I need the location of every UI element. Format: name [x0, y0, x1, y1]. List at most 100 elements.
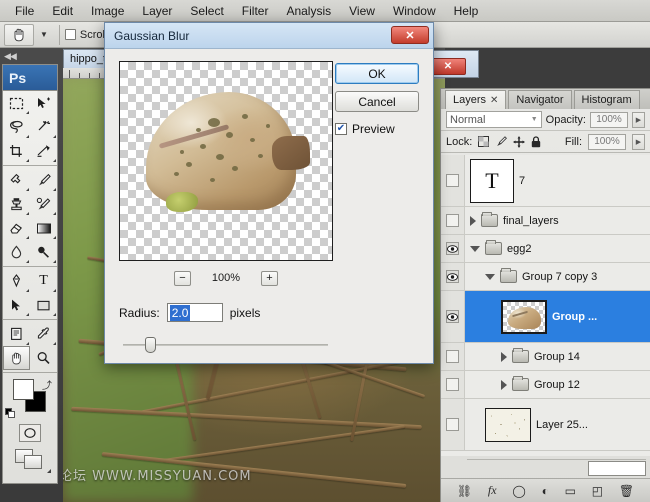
default-colors-icon[interactable]	[5, 408, 16, 419]
preview-checkbox[interactable]: ✔ Preview	[335, 121, 419, 137]
eye-icon-on[interactable]	[446, 242, 459, 255]
tab-layers[interactable]: Layers ✕	[445, 90, 507, 109]
disclosure-triangle-closed-icon[interactable]	[470, 215, 476, 226]
scroll-all-windows-checkbox[interactable]: Scroll	[64, 29, 107, 41]
menu-item-analysis[interactable]: Analysis	[277, 2, 340, 20]
layer-content[interactable]: Group 14	[465, 348, 650, 363]
menu-item-window[interactable]: Window	[384, 2, 445, 20]
ok-button[interactable]: OK	[335, 63, 419, 84]
magic-wand-tool-icon[interactable]	[30, 115, 57, 139]
blur-preview[interactable]	[119, 61, 333, 261]
disclosure-triangle-open-icon[interactable]	[470, 245, 480, 252]
eye-icon-on[interactable]	[446, 270, 459, 283]
disclosure-triangle-closed-icon[interactable]	[501, 351, 507, 362]
layer-row-layer-25[interactable]: Layer 25...	[441, 399, 650, 451]
eyedropper-tool-icon[interactable]	[30, 322, 57, 346]
layer-row-selected-group[interactable]: Group ...	[441, 291, 650, 343]
layer-visibility-toggle[interactable]	[441, 207, 465, 234]
menu-item-layer[interactable]: Layer	[133, 2, 181, 20]
eye-icon-off[interactable]	[446, 214, 459, 227]
fill-input[interactable]: 100%	[588, 133, 626, 150]
pen-tool-icon[interactable]	[3, 269, 30, 293]
zoom-in-button[interactable]: +	[261, 270, 278, 286]
quick-mask-icon[interactable]	[19, 424, 41, 442]
radius-value[interactable]: 2.0	[169, 304, 191, 321]
layer-style-fx-icon[interactable]: fx	[488, 483, 497, 498]
healing-brush-tool-icon[interactable]	[3, 168, 30, 192]
screen-mode-switcher[interactable]	[3, 445, 57, 475]
clone-stamp-tool-icon[interactable]	[3, 192, 30, 216]
cancel-button[interactable]: Cancel	[335, 91, 419, 112]
menu-item-select[interactable]: Select	[181, 2, 232, 20]
menu-item-help[interactable]: Help	[445, 2, 488, 20]
chevron-down-icon[interactable]: ▼	[531, 116, 538, 123]
opacity-stepper-icon[interactable]: ▶	[632, 111, 645, 128]
hand-tool-icon[interactable]	[4, 23, 34, 46]
menu-item-view[interactable]: View	[340, 2, 384, 20]
quick-mask-mode[interactable]	[3, 421, 57, 445]
close-icon[interactable]: ✕	[391, 26, 429, 44]
layer-content[interactable]: T 7	[465, 158, 650, 203]
layer-row-group-7-copy-3[interactable]: Group 7 copy 3	[441, 263, 650, 291]
delete-layer-icon[interactable]: 🗑	[619, 484, 634, 498]
tab-histogram[interactable]: Histogram	[573, 90, 640, 109]
scroll-checkbox-box[interactable]	[64, 29, 76, 40]
path-selection-tool-icon[interactable]	[3, 293, 30, 317]
lasso-tool-icon[interactable]	[3, 115, 30, 139]
zoom-out-button[interactable]: −	[174, 270, 191, 286]
disclosure-triangle-open-icon[interactable]	[485, 273, 495, 280]
screen-mode-chevron-icon[interactable]	[47, 469, 51, 473]
menu-item-edit[interactable]: Edit	[43, 2, 82, 20]
notes-tool-icon[interactable]	[3, 322, 30, 346]
layer-visibility-toggle[interactable]	[441, 235, 465, 262]
menu-item-filter[interactable]: Filter	[233, 2, 278, 20]
disclosure-triangle-closed-icon[interactable]	[501, 379, 507, 390]
swap-colors-icon[interactable]: ⤴	[42, 377, 52, 392]
opacity-input[interactable]: 100%	[590, 111, 628, 128]
layer-content[interactable]: egg2	[465, 240, 650, 255]
marquee-tool-icon[interactable]	[3, 91, 30, 115]
lock-all-icon[interactable]	[531, 135, 541, 148]
fill-stepper-icon[interactable]: ▶	[632, 133, 645, 150]
shape-tool-icon[interactable]	[30, 293, 57, 317]
eye-icon-off[interactable]	[446, 350, 459, 363]
close-icon[interactable]: ✕	[490, 95, 498, 106]
layer-mask-icon[interactable]: ◯	[512, 484, 525, 498]
toolbox-collapse-handle[interactable]: ◀◀	[0, 48, 63, 64]
layer-name[interactable]: Group 7 copy 3	[522, 271, 597, 283]
layer-name[interactable]: 7	[519, 175, 525, 187]
adjustment-layer-icon[interactable]: ◐	[542, 484, 549, 498]
layer-visibility-toggle[interactable]	[441, 371, 465, 398]
blend-mode-select[interactable]: Normal ▼	[446, 111, 542, 128]
layer-content[interactable]: Group ...	[465, 299, 650, 334]
layer-visibility-toggle[interactable]	[441, 343, 465, 370]
layer-content[interactable]: final_layers	[465, 212, 650, 227]
layer-name[interactable]: final_layers	[503, 215, 559, 227]
layer-row-final-layers[interactable]: final_layers	[441, 207, 650, 235]
layer-row-text-7[interactable]: T 7	[441, 155, 650, 207]
layer-content[interactable]: Group 7 copy 3	[465, 268, 650, 283]
crop-tool-icon[interactable]	[3, 139, 30, 163]
foreground-color-swatch[interactable]	[13, 379, 34, 400]
lock-position-icon[interactable]	[513, 136, 525, 148]
brush-tool-icon[interactable]	[30, 168, 57, 192]
menu-item-file[interactable]: File	[6, 2, 43, 20]
slice-tool-icon[interactable]	[30, 139, 57, 163]
radius-input[interactable]: 2.0	[166, 303, 223, 322]
eye-icon-off[interactable]	[446, 418, 459, 431]
new-group-icon[interactable]: ▭	[565, 484, 576, 498]
link-layers-icon[interactable]: ⛓	[457, 484, 472, 498]
gradient-tool-icon[interactable]	[30, 216, 57, 240]
layer-name-edit-field[interactable]	[588, 461, 646, 476]
layer-name[interactable]: Group 12	[534, 379, 580, 391]
layer-row-egg2[interactable]: egg2	[441, 235, 650, 263]
eye-icon-on[interactable]	[446, 310, 459, 323]
lock-transparency-icon[interactable]	[478, 136, 490, 147]
move-tool-icon[interactable]	[30, 91, 57, 115]
blur-tool-icon[interactable]	[3, 240, 30, 264]
layer-content[interactable]: Group 12	[465, 376, 650, 391]
layer-name[interactable]: egg2	[507, 243, 531, 255]
layer-visibility-toggle[interactable]	[441, 291, 465, 342]
tab-navigator[interactable]: Navigator	[508, 90, 572, 109]
layer-visibility-toggle[interactable]	[441, 399, 465, 450]
